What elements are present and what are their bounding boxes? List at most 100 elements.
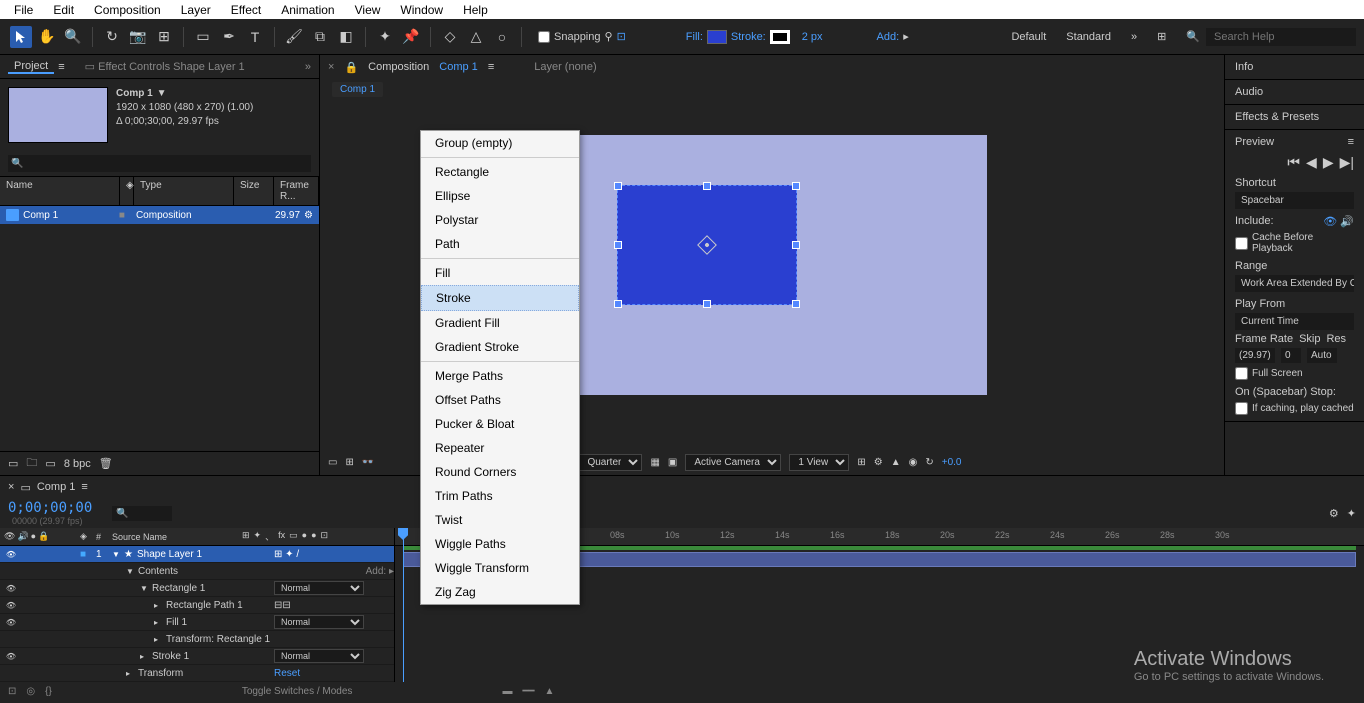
camera-tool-icon[interactable]: 📷 xyxy=(127,26,149,48)
hdr-audio-icon[interactable]: 🔊 xyxy=(17,531,28,542)
col-type[interactable]: Type xyxy=(134,177,234,205)
tab-layer[interactable]: Layer (none) xyxy=(534,61,596,73)
res-value[interactable]: Auto xyxy=(1307,348,1337,363)
panel-info[interactable]: Info xyxy=(1235,61,1253,73)
hdr-solo-icon[interactable]: ● xyxy=(31,531,36,542)
hdr-source-name[interactable]: Source Name xyxy=(112,532,242,542)
tab-menu-icon[interactable]: ≡ xyxy=(488,61,494,73)
tl-tab-comp1[interactable]: Comp 1 xyxy=(37,481,76,493)
layer-transform[interactable]: ▸Transform Reset xyxy=(0,665,394,682)
menu-layer[interactable]: Layer xyxy=(171,3,221,17)
playfrom-value[interactable]: Current Time xyxy=(1235,313,1354,330)
misc2-tool-icon[interactable]: △ xyxy=(465,26,487,48)
close-tab-icon[interactable]: × xyxy=(328,61,334,73)
tl-close-icon[interactable]: × xyxy=(8,481,14,493)
guides-icon[interactable]: ⚙ xyxy=(874,457,883,468)
menu-composition[interactable]: Composition xyxy=(84,3,171,17)
fill-label[interactable]: Fill: xyxy=(686,31,703,43)
misc-tool-icon[interactable]: ◇ xyxy=(439,26,461,48)
breadcrumb-comp1[interactable]: Comp 1 xyxy=(332,82,383,97)
hdr-video-icon[interactable]: 👁 xyxy=(4,531,15,542)
layer-rectangle-1[interactable]: 👁 ▼Rectangle 1 Normal xyxy=(0,580,394,597)
first-frame-icon[interactable]: ⏮ xyxy=(1287,154,1300,171)
pen-tool-icon[interactable]: ✒ xyxy=(218,26,240,48)
menu-animation[interactable]: Animation xyxy=(271,3,344,17)
handle-mr[interactable] xyxy=(792,241,800,249)
stroke-swatch[interactable] xyxy=(770,30,790,44)
panel-menu-icon[interactable]: ≡ xyxy=(1348,136,1354,148)
interpret-icon[interactable]: ▭ xyxy=(8,457,18,470)
handle-tr[interactable] xyxy=(792,182,800,190)
flowchart-icon[interactable]: ⚙ xyxy=(304,210,313,221)
handle-bl[interactable] xyxy=(614,300,622,308)
menu-view[interactable]: View xyxy=(345,3,391,17)
cm-round-corners[interactable]: Round Corners xyxy=(421,460,579,484)
trash-icon[interactable]: 🗑 xyxy=(99,457,113,470)
comp-thumbnail[interactable] xyxy=(8,87,108,143)
menu-effect[interactable]: Effect xyxy=(221,3,271,17)
menu-window[interactable]: Window xyxy=(390,3,453,17)
menu-file[interactable]: File xyxy=(4,3,43,17)
shape-rectangle[interactable] xyxy=(617,185,797,305)
cm-fill[interactable]: Fill xyxy=(421,261,579,285)
stroke-width[interactable]: 2 px xyxy=(802,31,823,43)
fill-mode-select[interactable]: Normal xyxy=(274,615,364,629)
3d-icon[interactable]: ▲ xyxy=(891,457,901,468)
new-folder-icon[interactable]: 🗀 xyxy=(26,454,37,473)
cm-gradient-stroke[interactable]: Gradient Stroke xyxy=(421,335,579,359)
zoom-slider[interactable]: ━━ xyxy=(522,686,534,697)
layer-contents[interactable]: ▼Contents Add: ▸ xyxy=(0,563,394,580)
fullscreen-checkbox[interactable] xyxy=(1235,367,1248,380)
grid-icon[interactable]: ⊞ xyxy=(857,457,865,468)
handle-br[interactable] xyxy=(792,300,800,308)
anchor-point-icon[interactable] xyxy=(697,235,717,255)
hand-tool-icon[interactable]: ✋ xyxy=(36,26,58,48)
cm-zig-zag[interactable]: Zig Zag xyxy=(421,580,579,604)
rect-mode-select[interactable]: Normal xyxy=(274,581,364,595)
magnify-icon[interactable]: ▭ xyxy=(328,457,337,468)
cm-wiggle-transform[interactable]: Wiggle Transform xyxy=(421,556,579,580)
handle-ml[interactable] xyxy=(614,241,622,249)
tl-footer-icon2[interactable]: ◎ xyxy=(26,686,35,697)
rotation-tool-icon[interactable]: ↻ xyxy=(101,26,123,48)
playhead[interactable] xyxy=(403,528,404,682)
project-search-input[interactable] xyxy=(8,155,311,172)
eraser-tool-icon[interactable]: ◧ xyxy=(335,26,357,48)
cm-merge-paths[interactable]: Merge Paths xyxy=(421,364,579,388)
cm-wiggle-paths[interactable]: Wiggle Paths xyxy=(421,532,579,556)
workspace-default[interactable]: Default xyxy=(1011,31,1046,43)
cm-pucker-bloat[interactable]: Pucker & Bloat xyxy=(421,412,579,436)
menu-edit[interactable]: Edit xyxy=(43,3,84,17)
play-icon[interactable]: ▶ xyxy=(1323,154,1334,171)
handle-bm[interactable] xyxy=(703,300,711,308)
cache-checkbox[interactable] xyxy=(1235,237,1248,250)
tl-tab-menu-icon[interactable]: ≡ xyxy=(81,481,87,493)
snapping-checkbox[interactable] xyxy=(538,31,550,43)
project-item-comp1[interactable]: Comp 1 ■ Composition 29.97 ⚙ xyxy=(0,206,319,224)
menu-help[interactable]: Help xyxy=(453,3,498,17)
cm-polystar[interactable]: Polystar xyxy=(421,208,579,232)
cm-offset-paths[interactable]: Offset Paths xyxy=(421,388,579,412)
handle-tm[interactable] xyxy=(703,182,711,190)
tab-effect-controls[interactable]: ▭ Effect Controls Shape Layer 1 xyxy=(79,60,251,73)
ifcaching-checkbox[interactable] xyxy=(1235,402,1248,415)
cm-rectangle[interactable]: Rectangle xyxy=(421,160,579,184)
constrain-icon[interactable]: ⊟⊟ xyxy=(274,600,291,611)
range-value[interactable]: Work Area Extended By Current Time xyxy=(1235,275,1354,292)
tab-project[interactable]: Project xyxy=(8,60,54,74)
rectangle-tool-icon[interactable]: ▭ xyxy=(192,26,214,48)
tl-footer-icon1[interactable]: ⊡ xyxy=(8,686,16,697)
tl-footer-icon3[interactable]: {} xyxy=(45,686,52,697)
clone-tool-icon[interactable]: ⧉ xyxy=(309,26,331,48)
dof-icon[interactable]: ◉ xyxy=(909,457,918,468)
zoom-out-icon[interactable]: ▬ xyxy=(502,686,512,697)
camera-select[interactable]: Active Camera xyxy=(685,454,781,471)
panel-preview[interactable]: Preview xyxy=(1235,136,1274,148)
cm-trim-paths[interactable]: Trim Paths xyxy=(421,484,579,508)
col-framerate[interactable]: Frame R... xyxy=(274,177,319,205)
snap-icon[interactable]: ⚲ xyxy=(605,30,613,43)
misc3-tool-icon[interactable]: ○ xyxy=(491,26,513,48)
include-video-icon[interactable]: 👁 xyxy=(1323,216,1337,228)
snap-icon2[interactable]: ⊡ xyxy=(617,30,626,43)
panel-effects[interactable]: Effects & Presets xyxy=(1235,111,1319,123)
